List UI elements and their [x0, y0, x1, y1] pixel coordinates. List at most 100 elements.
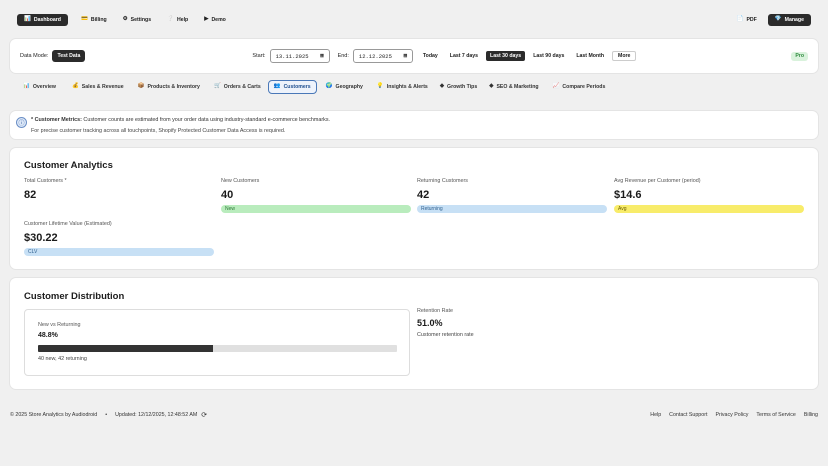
footer-links: Help Contact Support Privacy Policy Term… — [650, 412, 818, 418]
end-label: End: — [337, 53, 349, 59]
metric-tag: CLV — [28, 249, 38, 255]
retention-block: Retention Rate 51.0% Customer retention … — [417, 308, 474, 338]
updated-timestamp: Updated: 12/12/2025, 12:48:52 AM — [115, 412, 198, 418]
metric-new-customers: New Customers 40 New — [221, 178, 411, 213]
footer-link-terms-of-service[interactable]: Terms of Service — [756, 412, 795, 418]
distribution-progress-bar — [38, 345, 397, 352]
separator-dot: • — [105, 412, 108, 418]
metric-clv: Customer Lifetime Value (Estimated) $30.… — [24, 221, 214, 256]
pdf-label: PDF — [746, 17, 757, 23]
manage-button[interactable]: 💎 Manage — [767, 14, 811, 26]
footer-link-help[interactable]: Help — [650, 412, 661, 418]
settings-label: Settings — [130, 17, 152, 23]
range-last-90-days[interactable]: Last 90 days — [529, 51, 568, 61]
customer-distribution-card: Customer Distribution New vs Returning 4… — [10, 278, 818, 389]
tab-seo-marketing[interactable]: ◆ SEO & Marketing — [484, 80, 543, 94]
metric-returning-customers: Returning Customers 42 Returning — [417, 178, 607, 213]
help-button[interactable]: ❔ Help — [162, 14, 193, 26]
demo-label: Demo — [211, 17, 226, 23]
help-label: Help — [176, 17, 189, 23]
footer-link-billing[interactable]: Billing — [804, 412, 818, 418]
document-icon: 📄 — [736, 16, 744, 23]
data-mode-toggle[interactable]: Test Data — [52, 50, 86, 62]
question-icon: ❔ — [167, 16, 174, 23]
date-range-group: Start: 13.11.2025 ▦ End: 12.12.2025 ▦ — [252, 49, 413, 63]
metric-value: 42 — [417, 189, 430, 201]
tab-geography[interactable]: 🌍 Geography — [321, 80, 368, 94]
top-nav: 📊 Dashboard 💳 Billing ⚙ Settings ❔ Help … — [10, 9, 818, 31]
tab-label: Geography — [335, 84, 363, 90]
metric-tag: Avg — [618, 206, 627, 212]
range-last-7-days[interactable]: Last 7 days — [446, 51, 482, 61]
section-tabs: 📊 Overview 💰 Sales & Revenue 📦 Products & I… — [10, 80, 818, 94]
tab-label: Overview — [32, 84, 56, 90]
settings-button[interactable]: ⚙ Settings — [118, 14, 156, 26]
metric-label: New Customers — [221, 178, 260, 184]
diamond-icon: ◆ — [489, 83, 494, 90]
end-date-input[interactable]: 12.12.2025 ▦ — [352, 49, 413, 63]
tab-orders-carts[interactable]: 🛒 Orders & Carts — [209, 80, 266, 94]
calendar-icon[interactable]: ▦ — [320, 53, 323, 59]
money-bag-icon: 💰 — [71, 83, 79, 90]
tab-label: Insights & Alerts — [386, 84, 428, 90]
metric-label: Customer Lifetime Value (Estimated) — [24, 221, 112, 227]
data-mode-label: Data Mode: — [20, 53, 49, 59]
start-label: Start: — [252, 53, 266, 59]
tab-sales-revenue[interactable]: 💰 Sales & Revenue — [67, 80, 129, 94]
start-date-input[interactable]: 13.11.2025 ▦ — [269, 49, 330, 63]
tab-customers[interactable]: 👥 Customers — [267, 80, 317, 94]
metric-tag-bar: New — [221, 205, 411, 213]
date-toolbar: Data Mode: Test Data Start: 13.11.2025 ▦… — [10, 39, 818, 73]
tab-compare-periods[interactable]: 📈 Compare Periods — [548, 80, 611, 94]
metric-tag-bar: Returning — [417, 205, 607, 213]
metric-value: $30.22 — [24, 232, 58, 244]
top-nav-right: 📄 PDF 💎 Manage — [732, 14, 811, 26]
metric-value: 40 — [221, 189, 234, 201]
notice-line-1: * Customer Metrics: Customer counts are … — [31, 117, 330, 123]
range-last-30-days[interactable]: Last 30 days — [486, 51, 526, 61]
range-more[interactable]: More — [612, 51, 637, 61]
info-icon: ⓘ — [16, 117, 27, 128]
play-icon: ▶ — [204, 16, 209, 23]
tab-label: Compare Periods — [562, 84, 606, 90]
customer-metrics-notice: ⓘ * Customer Metrics: Customer counts ar… — [10, 111, 818, 139]
tab-products-inventory[interactable]: 📦 Products & Inventory — [133, 80, 205, 94]
dashboard-button[interactable]: 📊 Dashboard — [17, 14, 68, 26]
demo-button[interactable]: ▶ Demo — [199, 14, 231, 26]
tab-label: Customers — [283, 84, 311, 90]
calendar-icon[interactable]: ▦ — [404, 53, 407, 59]
tab-overview[interactable]: 📊 Overview — [18, 80, 61, 94]
range-today[interactable]: Today — [419, 51, 442, 61]
tab-label: Products & Inventory — [147, 84, 200, 90]
notice-title: * Customer Metrics: — [31, 117, 82, 123]
metric-label: Avg Revenue per Customer (period) — [614, 178, 701, 184]
percent-value: 48.8% — [38, 332, 58, 339]
manage-label: Manage — [784, 17, 804, 23]
pdf-button[interactable]: 📄 PDF — [732, 14, 762, 26]
lightbulb-icon: 💡 — [376, 83, 384, 90]
footer-link-privacy-policy[interactable]: Privacy Policy — [715, 412, 748, 418]
retention-label: Retention Rate — [417, 308, 453, 314]
tab-insights-alerts[interactable]: 💡 Insights & Alerts — [372, 80, 433, 94]
start-date-value: 13.11.2025 — [275, 52, 309, 60]
refresh-icon[interactable]: ⟳ — [201, 412, 207, 419]
metric-value: 82 — [24, 189, 37, 201]
progress-fill — [38, 345, 214, 352]
copyright: © 2025 Store Analytics by Audiodroid — [10, 412, 98, 418]
dashboard-label: Dashboard — [33, 17, 61, 23]
notice-line-2: For precise customer tracking across all… — [31, 128, 286, 134]
metric-label: Returning Customers — [417, 178, 468, 184]
metric-total-customers: Total Customers * 82 — [24, 178, 214, 201]
range-last-month[interactable]: Last Month — [572, 51, 608, 61]
package-icon: 📦 — [137, 83, 145, 90]
box-label: New vs Returning — [38, 322, 81, 328]
tab-growth-tips[interactable]: ◆ Growth Tips — [435, 80, 482, 94]
metric-tag-bar: CLV — [24, 248, 214, 256]
section-title: Customer Analytics — [24, 160, 113, 171]
footer-link-contact-support[interactable]: Contact Support — [669, 412, 707, 418]
footer: © 2025 Store Analytics by Audiodroid • U… — [10, 410, 818, 420]
metric-label: Total Customers * — [24, 178, 67, 184]
tab-label: Growth Tips — [447, 84, 478, 90]
billing-button[interactable]: 💳 Billing — [76, 14, 112, 26]
chart-icon: 📊 — [23, 83, 30, 90]
